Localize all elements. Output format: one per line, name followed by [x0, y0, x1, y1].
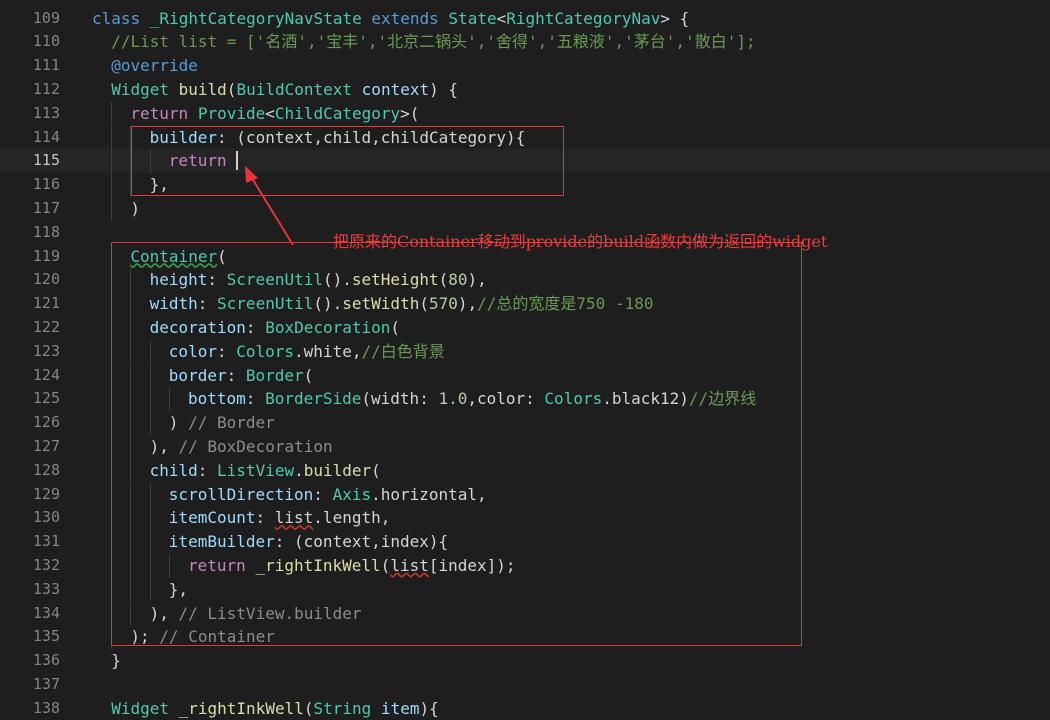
code-text: Widget build(BuildContext context) {: [111, 78, 458, 102]
code-token: ) {: [429, 79, 459, 99]
code-token: class: [92, 8, 150, 28]
code-text: class _RightCategoryNavState extends Sta…: [92, 7, 689, 31]
code-token: ){: [419, 698, 439, 718]
code-token: State: [448, 8, 497, 28]
line-number: 129: [32, 484, 60, 503]
code-token: Provide: [197, 103, 266, 123]
code-token: String: [313, 698, 381, 718]
code-token: @override: [111, 56, 198, 76]
line-number: 134: [32, 603, 60, 622]
line-number: 124: [32, 365, 60, 384]
code-token: }: [111, 651, 121, 671]
line-number: 138: [32, 698, 60, 717]
code-line[interactable]: 136}: [0, 649, 1050, 673]
line-number: 122: [32, 317, 60, 336]
code-text: //List list = ['名酒','宝丰','北京二锅头','舍得','五…: [111, 30, 755, 54]
code-text: ): [130, 197, 140, 221]
code-token: <: [496, 8, 507, 28]
code-token: //List list = ['名酒','宝丰','北京二锅头','舍得','五…: [111, 32, 756, 52]
code-text: @override: [111, 54, 198, 78]
code-line[interactable]: 110 //List list = ['名酒','宝丰','北京二锅头','舍得'…: [0, 30, 1050, 54]
line-number: 111: [32, 56, 60, 75]
line-number: 112: [32, 79, 60, 98]
line-number: 118: [32, 222, 60, 241]
code-token: ChildCategory: [274, 103, 401, 123]
indent-guide: [111, 125, 113, 150]
line-number: 127: [32, 436, 60, 455]
code-token: Widget: [111, 698, 179, 718]
indent-guide: [111, 149, 113, 174]
code-token: (: [303, 698, 314, 718]
code-token: (: [226, 79, 237, 99]
code-token: item: [380, 698, 420, 718]
line-number: 130: [32, 508, 60, 527]
code-line[interactable]: 117): [0, 196, 1050, 221]
code-token: _rightInkWell: [178, 698, 304, 718]
code-token: Widget: [111, 79, 179, 99]
line-number: 128: [32, 460, 60, 479]
line-number: 125: [32, 389, 60, 408]
annotation-box-builder: [131, 126, 564, 196]
code-line[interactable]: 112 Widget build(BuildContext context) {: [0, 78, 1050, 102]
code-token: > {: [660, 8, 690, 28]
line-number: 132: [32, 555, 60, 574]
line-number: 110: [32, 32, 60, 51]
code-text: }: [111, 649, 121, 673]
line-number: 123: [32, 341, 60, 360]
code-token: BuildContext: [236, 79, 362, 99]
code-token: build: [178, 79, 227, 99]
line-number: 133: [32, 579, 60, 598]
code-text: return Provide<ChildCategory>(: [130, 102, 419, 126]
indent-guide: [111, 196, 113, 221]
line-number: 137: [32, 674, 60, 693]
line-number: 135: [32, 627, 60, 646]
line-number: 113: [32, 103, 60, 122]
line-number: 116: [32, 175, 60, 194]
code-token: return: [130, 103, 198, 123]
line-number: 119: [32, 246, 60, 265]
code-text: Widget _rightInkWell(String item){: [111, 697, 439, 720]
line-number: 114: [32, 127, 60, 146]
code-token: _RightCategoryNavState: [149, 8, 372, 28]
code-token: extends: [371, 8, 449, 28]
code-token: context: [361, 79, 430, 99]
line-number: 136: [32, 651, 60, 670]
line-number: 120: [32, 270, 60, 289]
annotation-box-container: [111, 242, 802, 646]
code-line[interactable]: 138 Widget _rightInkWell(String item){: [0, 697, 1050, 720]
code-token: RightCategoryNav: [506, 8, 661, 28]
annotation-text: 把原来的Container移动到provide的build函数内做为返回的wid…: [333, 232, 828, 251]
line-number: 121: [32, 294, 60, 313]
line-number: 109: [32, 8, 60, 27]
line-number: 115: [32, 151, 60, 170]
code-line[interactable]: 109 class _RightCategoryNavState extends …: [0, 7, 1050, 31]
code-token: >(: [400, 103, 420, 123]
indent-guide: [111, 101, 113, 126]
indent-guide: [111, 173, 113, 197]
line-number: 126: [32, 413, 60, 432]
code-token: <: [265, 103, 275, 123]
line-number: 131: [32, 532, 60, 551]
line-number: 117: [32, 198, 60, 217]
code-line[interactable]: 137: [0, 673, 1050, 697]
code-line[interactable]: 111 @override: [0, 54, 1050, 78]
code-line[interactable]: 113 return Provide<ChildCategory>(: [0, 101, 1050, 126]
code-token: ): [130, 198, 141, 218]
